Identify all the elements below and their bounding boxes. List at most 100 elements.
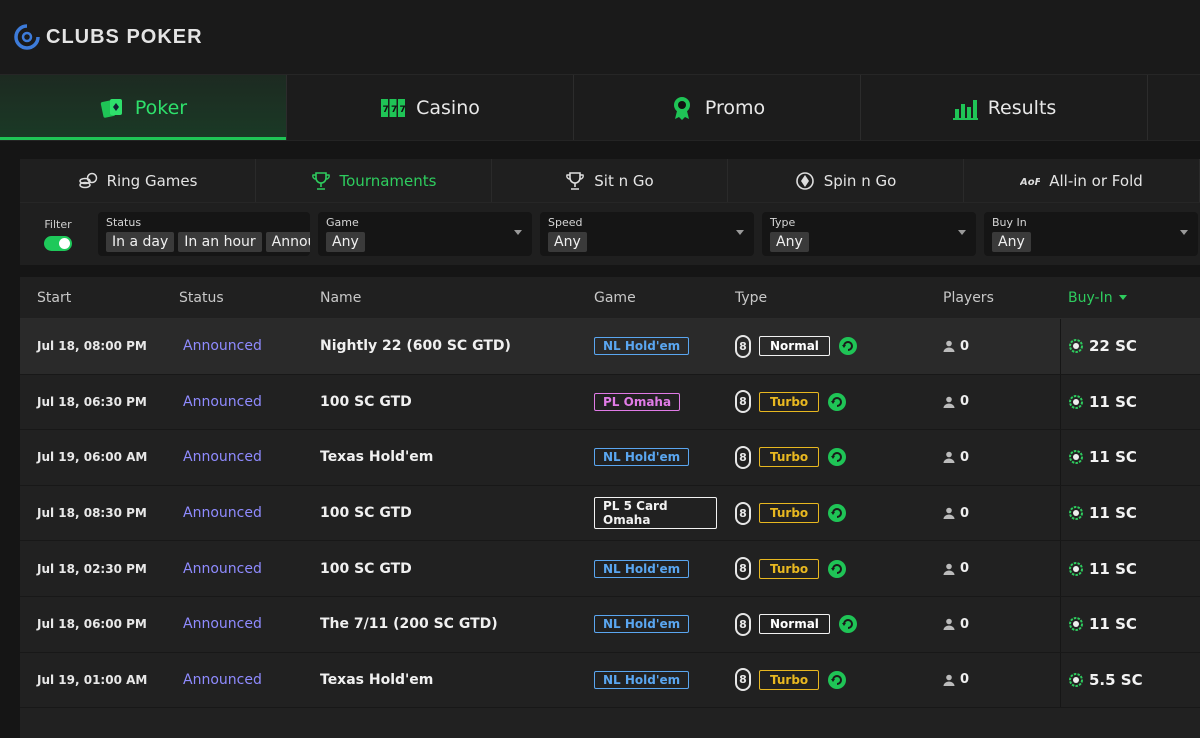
col-game[interactable]: Game — [576, 290, 717, 306]
col-name[interactable]: Name — [302, 290, 576, 306]
buyin-filter-label: Buy In — [992, 216, 1027, 229]
status-chip-announced[interactable]: Announ — [265, 232, 310, 252]
row-status: Announced — [183, 338, 262, 355]
table-row[interactable]: Jul 18, 08:00 PM Announced Nightly 22 (600… — [20, 319, 1200, 375]
tab-sit-n-go[interactable]: Sit n Go — [492, 159, 728, 202]
game-tag: PL Omaha — [594, 392, 681, 411]
table-row[interactable]: Jul 18, 02:30 PM Announced 100 SC GTD NL Ho… — [20, 541, 1200, 597]
status-chip-in-an-hour[interactable]: In an hour — [178, 232, 262, 252]
svg-text:7: 7 — [383, 105, 389, 115]
row-start: Jul 19, 06:00 AM — [37, 450, 148, 465]
table-row[interactable]: Jul 18, 08:30 PM Announced 100 SC GTD PL 5 … — [20, 485, 1200, 542]
svg-text:7: 7 — [400, 105, 406, 115]
col-buyin-label: Buy-In — [1068, 289, 1113, 306]
trophy-outline-icon — [566, 171, 585, 190]
speed-tag: Normal — [759, 336, 830, 357]
buyin-amount: 11 SC — [1089, 504, 1137, 523]
person-icon — [943, 618, 955, 631]
row-players: 0 — [925, 561, 1060, 576]
game-tag: NL Hold'em — [594, 670, 690, 689]
col-buyin[interactable]: Buy-In — [1060, 277, 1200, 318]
speed-tag: Normal — [759, 614, 830, 635]
speed-tag: Turbo — [759, 391, 820, 412]
status-filter-label: Status — [106, 216, 142, 229]
tab-casino-label: Casino — [416, 96, 480, 119]
brand-logo[interactable]: CLUBS POKER — [14, 24, 203, 50]
site-header: CLUBS POKER — [0, 0, 1200, 75]
table-row[interactable]: Jul 18, 06:30 PM Announced 100 SC GTD PL Om… — [20, 374, 1200, 431]
rebuy-icon — [828, 504, 847, 523]
col-status[interactable]: Status — [161, 290, 302, 306]
row-type: 8 Normal — [717, 612, 925, 636]
col-players[interactable]: Players — [925, 290, 1060, 306]
type-filter-label: Type — [770, 216, 796, 229]
tab-tournaments[interactable]: Tournaments — [256, 159, 492, 202]
buyin-amount: 5.5 SC — [1089, 670, 1143, 689]
row-players: 0 — [925, 617, 1060, 632]
svg-text:AoF: AoF — [1020, 177, 1040, 188]
table-header: Start Status Name Game Type Players Buy-… — [20, 277, 1200, 319]
max-players-badge: 8 — [735, 557, 751, 581]
table-row[interactable]: Jul 19, 06:00 AM Announced Texas Hold'em NL… — [20, 430, 1200, 486]
max-players-badge: 8 — [735, 668, 751, 692]
row-status: Announced — [183, 393, 262, 410]
table-row-partial — [20, 708, 1200, 738]
row-name: 100 SC GTD — [320, 393, 412, 410]
row-start: Jul 19, 01:00 AM — [37, 672, 148, 687]
tab-casino[interactable]: 7 7 7 Casino — [287, 75, 574, 140]
status-chip-in-a-day[interactable]: In a day — [106, 232, 175, 252]
person-icon — [943, 396, 955, 408]
tab-poker-label: Poker — [134, 96, 188, 119]
game-filter-value: Any — [326, 232, 365, 252]
brand-name: CLUBS POKER — [46, 25, 203, 48]
buyin-amount: 11 SC — [1089, 615, 1137, 634]
tab-ring-games[interactable]: Ring Games — [20, 159, 256, 202]
sc-coin-icon — [1069, 339, 1083, 354]
row-start: Jul 18, 06:00 PM — [37, 617, 147, 632]
col-start[interactable]: Start — [20, 290, 161, 306]
aof-icon: AoF — [1020, 177, 1040, 188]
row-status: Announced — [183, 505, 262, 522]
filter-toggle[interactable] — [44, 235, 72, 251]
sc-coin-icon — [1069, 394, 1083, 409]
rebuy-icon — [838, 337, 857, 356]
buyin-filter[interactable]: Buy In Any — [984, 212, 1198, 256]
buyin-amount: 11 SC — [1089, 559, 1137, 578]
status-chip-list: In a day In an hour Announ — [106, 232, 310, 252]
sc-coin-icon — [1069, 617, 1083, 632]
max-players-badge: 8 — [735, 334, 751, 358]
tab-poker[interactable]: Poker — [0, 75, 287, 140]
tab-spin-n-go-label: Spin n Go — [823, 171, 897, 190]
table-body: Jul 18, 08:00 PM Announced Nightly 22 (600… — [20, 319, 1200, 709]
person-icon — [943, 507, 955, 520]
max-players-badge: 8 — [735, 445, 751, 469]
game-filter[interactable]: Game Any — [318, 212, 532, 256]
row-status: Announced — [183, 560, 262, 577]
tab-results[interactable]: Results — [861, 75, 1148, 140]
filter-toggle-label: Filter — [44, 217, 72, 231]
tournament-panel: Ring Games Tournaments Sit n Go Spin n G… — [20, 159, 1200, 738]
tab-promo-label: Promo — [704, 96, 766, 119]
col-type[interactable]: Type — [717, 290, 925, 306]
player-count: 0 — [960, 338, 970, 354]
row-start: Jul 18, 08:00 PM — [37, 339, 147, 354]
medal-icon — [673, 96, 690, 120]
buyin-filter-value: Any — [992, 232, 1031, 252]
tab-promo[interactable]: Promo — [574, 75, 861, 140]
rebuy-icon — [838, 615, 857, 634]
type-filter[interactable]: Type Any — [762, 212, 976, 256]
spin-icon — [795, 171, 814, 190]
player-count: 0 — [960, 449, 970, 465]
tab-all-in-or-fold[interactable]: AoF All-in or Fold — [964, 159, 1200, 202]
table-row[interactable]: Jul 18, 06:00 PM Announced The 7/11 (200 S… — [20, 596, 1200, 653]
rebuy-icon — [828, 448, 847, 467]
tab-ring-games-label: Ring Games — [106, 171, 198, 190]
table-row[interactable]: Jul 19, 01:00 AM Announced Texas Hold'em NL… — [20, 652, 1200, 709]
tab-spin-n-go[interactable]: Spin n Go — [728, 159, 964, 202]
player-count: 0 — [960, 561, 970, 577]
tab-all-in-or-fold-label: All-in or Fold — [1049, 171, 1143, 190]
row-game: NL Hold'em — [576, 615, 717, 634]
person-icon — [943, 563, 955, 575]
speed-filter[interactable]: Speed Any — [540, 212, 754, 256]
